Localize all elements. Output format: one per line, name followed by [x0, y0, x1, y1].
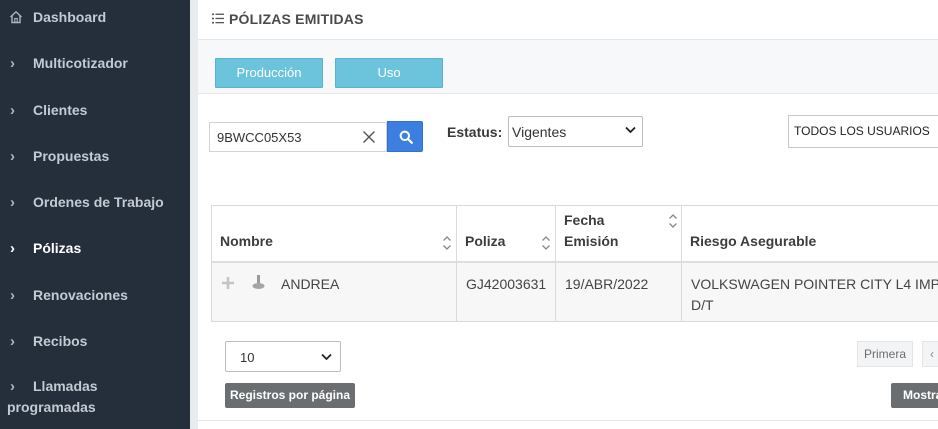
table-row[interactable]: ANDREA GJ42003631 19/ABR/2022 VOLKSWAGEN… — [211, 263, 938, 322]
issue-date: 19/ABR/2022 — [565, 276, 649, 292]
users-select[interactable]: TODOS LOS USUARIOS — [788, 115, 938, 148]
table-header-row: Nombre Poliza Fecha Emisión Riesgo Asegu… — [211, 205, 938, 263]
users-select-value: TODOS LOS USUARIOS — [794, 124, 930, 138]
chevron-right-icon: › — [10, 194, 15, 211]
client-name-link[interactable]: ANDREA — [281, 274, 339, 295]
per-page-select[interactable]: 10 — [225, 341, 341, 372]
column-header-nombre[interactable]: Nombre — [212, 206, 457, 262]
search-input[interactable]: 9BWCC05X53 — [209, 122, 387, 152]
column-header-riesgo-asegurable[interactable]: Riesgo Asegurable — [682, 206, 938, 262]
sort-icon — [542, 236, 550, 250]
sort-icon — [443, 236, 451, 250]
first-page-button[interactable]: Primera — [857, 341, 913, 367]
page-title: PÓLIZAS EMITIDAS — [229, 11, 364, 27]
insured-risk-line: VOLKSWAGEN POINTER CITY L4 IMP 5 — [691, 276, 938, 292]
column-header-label: Fecha Emisión — [564, 210, 618, 252]
sidebar-item-label: Ordenes de Trabajo — [33, 194, 164, 210]
chevron-down-icon — [625, 126, 636, 134]
sidebar-item-label: Recibos — [33, 333, 88, 349]
insured-risk: VOLKSWAGEN POINTER CITY L4 IMP 5 D/T — [691, 274, 938, 316]
table-cell-fecha: 19/ABR/2022 — [556, 263, 682, 321]
chevron-right-icon: › — [10, 240, 15, 257]
sidebar-item-label: Propuestas — [33, 148, 110, 164]
tab-uso[interactable]: Uso — [335, 58, 443, 88]
list-icon — [212, 13, 224, 24]
table-cell-riesgo: VOLKSWAGEN POINTER CITY L4 IMP 5 D/T — [682, 263, 938, 321]
column-header-fecha-emision[interactable]: Fecha Emisión — [556, 206, 682, 262]
column-header-label: Poliza — [465, 233, 506, 249]
search-input-value: 9BWCC05X53 — [217, 130, 302, 145]
chevron-right-icon: › — [10, 287, 15, 304]
chevron-right-icon: › — [10, 148, 15, 165]
per-page-value: 10 — [240, 350, 255, 365]
previous-page-button[interactable]: ‹ — [922, 341, 938, 367]
user-profile-icon — [252, 275, 265, 289]
insured-risk-line: D/T — [691, 297, 714, 313]
sort-icon — [669, 214, 677, 228]
sidebar-item-label: programadas — [7, 399, 96, 415]
policy-number-link[interactable]: GJ42003631 — [466, 274, 546, 295]
sidebar-item-label: Llamadas — [33, 378, 98, 394]
column-header-label: Riesgo Asegurable — [690, 233, 817, 249]
main-panel: PÓLIZAS EMITIDAS Producción Uso 9BWCC05X… — [198, 0, 938, 429]
column-header-label-line: Emisión — [564, 233, 619, 249]
expand-plus-icon[interactable] — [221, 276, 235, 290]
page-header: PÓLIZAS EMITIDAS — [198, 0, 938, 40]
chevron-right-icon: › — [10, 378, 15, 395]
sidebar: Dashboard › Multicotizador › Clientes › … — [0, 0, 190, 429]
chevron-right-icon: › — [10, 102, 15, 119]
layout-gutter — [190, 0, 198, 429]
search-button[interactable] — [387, 121, 423, 152]
chevron-right-icon: › — [10, 55, 15, 72]
chevron-down-icon — [321, 353, 332, 361]
tab-bar: Producción Uso — [198, 40, 938, 94]
home-icon — [10, 10, 22, 24]
sidebar-item-label: Clientes — [33, 102, 88, 118]
divider — [198, 420, 938, 421]
estatus-select[interactable]: Vigentes — [508, 116, 643, 147]
sidebar-item-label: Dashboard — [33, 9, 107, 25]
table-cell-poliza: GJ42003631 — [457, 263, 556, 321]
column-header-label: Nombre — [220, 233, 273, 249]
column-header-poliza[interactable]: Poliza — [457, 206, 556, 262]
chevron-right-icon: › — [10, 333, 15, 350]
records-per-page-button[interactable]: Registros por página — [225, 383, 355, 408]
column-header-label-line: Fecha — [564, 212, 605, 228]
sidebar-item-label: Renovaciones — [33, 287, 128, 303]
estatus-select-value: Vigentes — [512, 124, 567, 140]
tab-produccion[interactable]: Producción — [215, 58, 323, 88]
show-button[interactable]: Mostrar — [891, 383, 938, 408]
close-icon[interactable] — [362, 130, 376, 144]
estatus-label: Estatus: — [447, 124, 503, 140]
sidebar-item-label: Multicotizador — [33, 55, 128, 71]
table-cell-nombre: ANDREA — [212, 263, 457, 321]
search-icon — [399, 130, 413, 144]
sidebar-item-label: Pólizas — [33, 240, 82, 256]
